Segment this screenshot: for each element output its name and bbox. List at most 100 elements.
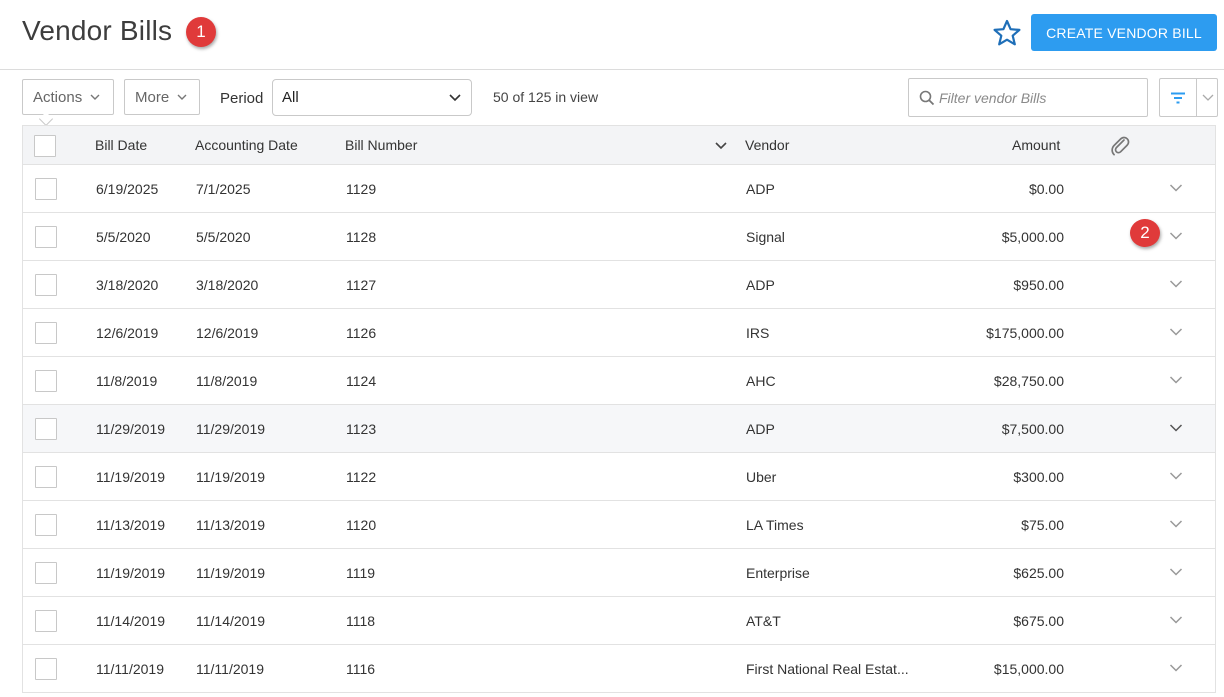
cell-vendor: Enterprise <box>746 565 810 581</box>
cell-accounting-date: 5/5/2020 <box>196 229 251 245</box>
cell-accounting-date: 11/19/2019 <box>196 469 266 485</box>
cell-bill-number[interactable]: 1127 <box>346 277 376 293</box>
expand-row-chevron-icon[interactable] <box>1169 471 1183 481</box>
search-input[interactable] <box>939 87 1139 109</box>
cell-bill-number[interactable]: 1118 <box>346 613 375 629</box>
cell-bill-number[interactable]: 1126 <box>346 325 376 341</box>
expand-row-chevron-icon[interactable] <box>1169 183 1183 193</box>
toolbar: Actions More Period All 50 of 125 in vie… <box>0 70 1224 127</box>
row-checkbox[interactable] <box>35 514 57 536</box>
more-dropdown[interactable]: More <box>124 79 200 115</box>
page-header: Vendor Bills 1 CREATE VENDOR BILL <box>0 0 1224 70</box>
expand-row-chevron-icon[interactable] <box>1169 231 1183 241</box>
cell-bill-number[interactable]: 1128 <box>346 229 376 245</box>
row-checkbox[interactable] <box>35 322 57 344</box>
table-header: Bill Date Accounting Date Bill Number Ve… <box>23 125 1215 165</box>
period-select[interactable]: All <box>272 79 472 116</box>
cell-bill-number[interactable]: 1124 <box>346 373 376 389</box>
row-checkbox[interactable] <box>35 226 57 248</box>
vendor-bills-table: Bill Date Accounting Date Bill Number Ve… <box>22 125 1216 693</box>
select-all-checkbox[interactable] <box>34 135 56 157</box>
cell-bill-number[interactable]: 1119 <box>346 565 375 581</box>
cell-vendor: Uber <box>746 469 777 485</box>
filter-icon <box>1171 92 1185 104</box>
cell-vendor: IRS <box>746 325 770 341</box>
table-row[interactable]: 6/19/2025 7/1/2025 1129 ADP $0.00 <box>23 165 1215 213</box>
cell-accounting-date: 12/6/2019 <box>196 325 259 341</box>
cell-vendor: ADP <box>746 421 775 437</box>
row-checkbox[interactable] <box>35 466 57 488</box>
cell-vendor: First National Real Estat... <box>746 661 909 677</box>
cell-bill-number[interactable]: 1123 <box>346 421 376 437</box>
create-vendor-bill-button[interactable]: CREATE VENDOR BILL <box>1031 14 1217 51</box>
cell-accounting-date: 7/1/2025 <box>196 181 251 197</box>
cell-bill-date: 3/18/2020 <box>96 277 159 293</box>
cell-bill-date: 11/8/2019 <box>96 373 158 389</box>
cell-amount: $175,000.00 <box>986 325 1064 341</box>
table-row[interactable]: 11/13/2019 11/13/2019 1120 LA Times $75.00 <box>23 501 1215 549</box>
row-checkbox[interactable] <box>35 370 57 392</box>
expand-row-chevron-icon[interactable] <box>1169 279 1183 289</box>
actions-label: Actions <box>33 88 83 106</box>
expand-row-chevron-icon[interactable] <box>1169 519 1183 529</box>
chevron-down-icon <box>177 94 187 100</box>
cell-amount: $7,500.00 <box>1001 421 1064 437</box>
column-header-bill-number[interactable]: Bill Number <box>345 137 417 153</box>
expand-row-chevron-icon[interactable] <box>1169 663 1183 673</box>
cell-vendor: AT&T <box>746 613 781 629</box>
table-row[interactable]: 11/14/2019 11/14/2019 1118 AT&T $675.00 <box>23 597 1215 645</box>
table-row[interactable]: 5/5/2020 5/5/2020 1128 Signal $5,000.00 <box>23 213 1215 261</box>
sort-chevron-icon[interactable] <box>715 141 727 151</box>
star-icon[interactable] <box>992 19 1022 47</box>
cell-vendor: LA Times <box>746 517 804 533</box>
expand-row-chevron-icon[interactable] <box>1169 615 1183 625</box>
table-row[interactable]: 11/19/2019 11/19/2019 1119 Enterprise $625.0… <box>23 549 1215 597</box>
expand-row-chevron-icon[interactable] <box>1169 375 1183 385</box>
row-checkbox[interactable] <box>35 274 57 296</box>
cell-accounting-date: 11/13/2019 <box>196 517 266 533</box>
cell-amount: $0.00 <box>1028 181 1064 197</box>
chevron-down-icon <box>90 94 100 100</box>
cell-bill-date: 5/5/2020 <box>96 229 151 245</box>
actions-dropdown[interactable]: Actions <box>22 79 114 115</box>
cell-amount: $28,750.00 <box>993 373 1064 389</box>
column-header-vendor[interactable]: Vendor <box>745 137 789 153</box>
row-checkbox[interactable] <box>35 418 57 440</box>
table-row[interactable]: 3/18/2020 3/18/2020 1127 ADP $950.00 <box>23 261 1215 309</box>
cell-accounting-date: 11/8/2019 <box>196 373 258 389</box>
filter-options-dropdown[interactable] <box>1196 78 1218 117</box>
cell-amount: $5,000.00 <box>1001 229 1064 245</box>
chevron-down-icon <box>449 94 461 102</box>
table-row[interactable]: 11/11/2019 11/11/2019 1116 First National R… <box>23 645 1215 693</box>
cell-vendor: ADP <box>746 181 775 197</box>
cell-bill-date: 11/19/2019 <box>96 565 166 581</box>
row-checkbox[interactable] <box>35 178 57 200</box>
cell-bill-date: 11/13/2019 <box>96 517 166 533</box>
cell-vendor: ADP <box>746 277 775 293</box>
cell-bill-number[interactable]: 1116 <box>346 661 375 677</box>
column-header-amount[interactable]: Amount <box>1012 137 1060 153</box>
table-row[interactable]: 11/29/2019 11/29/2019 1123 ADP $7,500.00 <box>23 405 1215 453</box>
cell-amount: $950.00 <box>1013 277 1064 293</box>
cell-bill-number[interactable]: 1129 <box>346 181 376 197</box>
expand-row-chevron-icon[interactable] <box>1169 327 1183 337</box>
cell-bill-number[interactable]: 1120 <box>346 517 376 533</box>
row-checkbox[interactable] <box>35 658 57 680</box>
filter-button[interactable] <box>1159 78 1196 117</box>
row-checkbox[interactable] <box>35 562 57 584</box>
cell-accounting-date: 11/19/2019 <box>196 565 266 581</box>
cell-amount: $675.00 <box>1013 613 1064 629</box>
column-header-accounting-date[interactable]: Accounting Date <box>195 137 298 153</box>
callout-badge-2: 2 <box>1130 219 1160 247</box>
column-header-bill-date[interactable]: Bill Date <box>95 137 147 153</box>
table-row[interactable]: 12/6/2019 12/6/2019 1126 IRS $175,000.00 <box>23 309 1215 357</box>
cell-bill-number[interactable]: 1122 <box>346 469 376 485</box>
cell-vendor: Signal <box>746 229 785 245</box>
expand-row-chevron-icon[interactable] <box>1169 423 1183 433</box>
callout-badge-1: 1 <box>186 17 216 47</box>
row-checkbox[interactable] <box>35 610 57 632</box>
table-row[interactable]: 11/19/2019 11/19/2019 1122 Uber $300.00 <box>23 453 1215 501</box>
expand-row-chevron-icon[interactable] <box>1169 567 1183 577</box>
cell-accounting-date: 3/18/2020 <box>196 277 259 293</box>
table-row[interactable]: 11/8/2019 11/8/2019 1124 AHC $28,750.00 <box>23 357 1215 405</box>
